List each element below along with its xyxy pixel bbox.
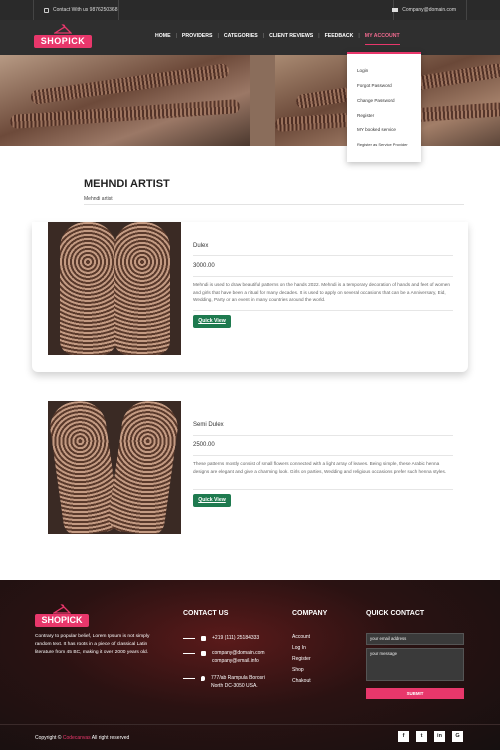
phone-icon: [44, 7, 49, 13]
phone-text: +219 (111) 25184333: [212, 635, 260, 641]
nav-providers[interactable]: PROVIDERS: [177, 33, 218, 39]
menu-item-change-password[interactable]: Change Password: [357, 98, 395, 103]
footer-divider: [0, 724, 500, 725]
topbar-divider: [466, 0, 467, 20]
nav-feedback[interactable]: FEEDBACK: [320, 33, 359, 39]
copyright-prefix: Copyright ©: [35, 735, 62, 741]
card-divider: [193, 276, 453, 277]
logo-text: SHOPICK: [34, 35, 92, 48]
phone-icon: [201, 636, 206, 641]
card-divider: [193, 310, 453, 311]
quick-contact-heading: QUICK CONTACT: [366, 610, 425, 617]
location-pin-icon: [201, 676, 205, 681]
footer-logo[interactable]: SHOPICK: [35, 604, 89, 628]
topbar-divider: [33, 0, 34, 20]
banner-hand-pattern: [9, 98, 241, 130]
hanger-icon: [53, 604, 71, 614]
dash: [183, 653, 195, 654]
email-line[interactable]: company@domain.com: [212, 649, 265, 657]
page-title: MEHNDI ARTIST: [84, 178, 170, 190]
email-line[interactable]: company@email.info: [212, 657, 265, 665]
product-description: Mehndi is used to draw beautiful pattern…: [193, 282, 450, 302]
footer-about: Contrary to popular belief, Lorem Ipsum …: [35, 634, 150, 655]
card-divider: [193, 455, 453, 456]
quick-view-button[interactable]: Quick View: [193, 494, 231, 507]
footer-link-register[interactable]: Register: [292, 654, 311, 665]
nav-my-account[interactable]: MY ACCOUNT: [360, 33, 405, 45]
menu-item-login[interactable]: Login: [357, 68, 368, 73]
contact-heading: CONTACT US: [183, 610, 229, 617]
card-divider: [193, 255, 453, 256]
product-card: Semi Dulex 2500.00 These patterns mostly…: [32, 401, 468, 551]
nav-categories[interactable]: CATEGORIES: [219, 33, 263, 39]
topbar-email[interactable]: Company@domain.com: [392, 7, 456, 13]
site-header: SHOPICK HOME | PROVIDERS | CATEGORIES | …: [0, 20, 500, 55]
mail-icon: [392, 8, 399, 12]
nav-home[interactable]: HOME: [150, 33, 176, 39]
email-lines: company@domain.com company@email.info: [212, 649, 265, 665]
hand-pattern: [107, 401, 181, 534]
title-divider: [84, 204, 464, 205]
linkedin-icon[interactable]: in: [434, 731, 445, 742]
address-lines: 777/ab Rampula Borosri North DC-3050 USA…: [211, 674, 265, 690]
product-name: Dulex: [193, 243, 209, 249]
product-price: 2500.00: [193, 442, 215, 448]
hero-banner: [0, 55, 500, 146]
product-image[interactable]: [48, 401, 181, 534]
hand-pattern: [114, 222, 170, 355]
contact-email: company@domain.com company@email.info: [183, 649, 265, 665]
nav-client-reviews[interactable]: CLIENT REVIEWS: [264, 33, 318, 39]
footer-link-login[interactable]: Log In: [292, 643, 311, 654]
company-links: Account Log In Register Shop Chakout: [292, 632, 311, 687]
address-line: 777/ab Rampula Borosri: [211, 675, 265, 681]
footer-link-shop[interactable]: Shop: [292, 665, 311, 676]
product-price: 3000.00: [193, 263, 215, 269]
hand-pattern: [60, 222, 116, 355]
nav-my-account-label: MY ACCOUNT: [364, 33, 400, 39]
active-underline: [364, 44, 400, 45]
menu-item-forgot-password[interactable]: Forgot Password: [357, 83, 392, 88]
company-heading: COMPANY: [292, 610, 328, 617]
topbar-contact: Contact With us 9876250368: [44, 7, 118, 13]
copyright: Copyright © Codecanvas All right reserve…: [35, 735, 129, 741]
topbar-email-text[interactable]: Company@domain.com: [402, 7, 456, 13]
copyright-suffix: All right reserved: [91, 735, 130, 741]
dash: [183, 678, 195, 679]
dash: [183, 638, 195, 639]
contact-address: 777/ab Rampula Borosri North DC-3050 USA…: [183, 674, 265, 690]
footer-logo-text: SHOPICK: [35, 614, 89, 627]
menu-item-register[interactable]: Register: [357, 113, 374, 118]
topbar-divider: [118, 0, 119, 20]
topbar-contact-text: Contact With us 9876250368: [53, 7, 118, 13]
banner-image-left: [0, 55, 250, 146]
top-bar: Contact With us 9876250368 Company@domai…: [0, 0, 500, 20]
banner-hand-pattern: [29, 63, 231, 105]
contact-phone: +219 (111) 25184333: [183, 634, 259, 642]
account-dropdown: Login Forgot Password Change Password Re…: [347, 52, 421, 162]
submit-button[interactable]: SUBMIT: [366, 688, 464, 699]
footer-link-checkout[interactable]: Chakout: [292, 676, 311, 687]
card-divider: [193, 435, 453, 436]
product-image[interactable]: [48, 222, 181, 355]
address-line: North DC-3050 USA.: [211, 683, 258, 689]
mail-icon: [201, 651, 206, 656]
breadcrumb: Mehndi artist: [84, 196, 113, 202]
menu-item-register-provider[interactable]: Register as Service Provider: [357, 142, 408, 147]
main-nav: HOME | PROVIDERS | CATEGORIES | CLIENT R…: [150, 33, 405, 45]
copyright-brand-link[interactable]: Codecanvas: [63, 735, 91, 741]
card-divider: [193, 489, 453, 490]
logo[interactable]: SHOPICK: [34, 24, 92, 50]
quick-email-input[interactable]: your email address: [366, 633, 464, 645]
footer-link-account[interactable]: Account: [292, 632, 311, 643]
facebook-icon[interactable]: f: [398, 731, 409, 742]
product-description: These patterns mostly consist of small f…: [193, 461, 447, 474]
product-card: Dulex 3000.00 Mehndi is used to draw bea…: [32, 222, 468, 372]
menu-item-booked-service[interactable]: MY booked service: [357, 127, 396, 132]
quick-message-input[interactable]: your message: [366, 648, 464, 681]
product-name: Semi Dulex: [193, 422, 224, 428]
google-icon[interactable]: G: [452, 731, 463, 742]
twitter-icon[interactable]: t: [416, 731, 427, 742]
quick-view-button[interactable]: Quick View: [193, 315, 231, 328]
hanger-icon: [54, 24, 72, 34]
